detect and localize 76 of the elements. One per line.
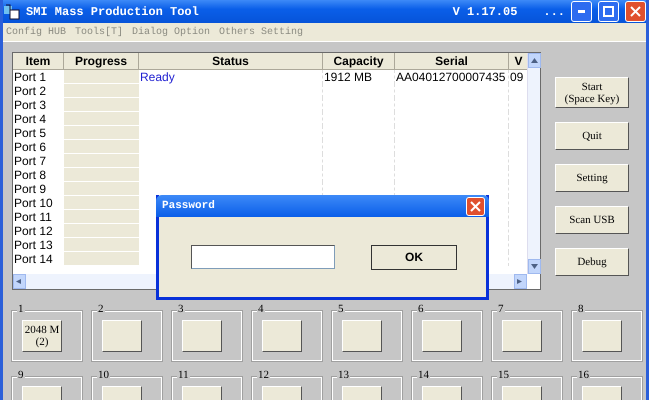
- column-header[interactable]: Serial: [395, 53, 509, 70]
- minimize-icon: [578, 10, 585, 13]
- port-number: 6: [417, 303, 424, 315]
- port-number: 8: [577, 303, 584, 315]
- scroll-left-button[interactable]: [13, 274, 26, 289]
- port-number: 16: [577, 369, 590, 381]
- port-number: 15: [497, 369, 510, 381]
- right-arrow-icon: [517, 279, 524, 284]
- close-icon: [630, 6, 641, 17]
- column-header[interactable]: Capacity: [323, 53, 395, 70]
- down-arrow-icon: [531, 264, 538, 269]
- port-number: 11: [177, 369, 190, 381]
- table-cell-text: Port 8: [13, 168, 48, 182]
- version-label: V 1.17.05: [452, 4, 518, 18]
- column-header[interactable]: V: [509, 53, 527, 70]
- up-arrow-icon: [531, 58, 538, 63]
- port-number: 1: [17, 303, 24, 315]
- port-number: 3: [177, 303, 184, 315]
- left-arrow-icon: [16, 279, 23, 284]
- maximize-icon: [603, 6, 614, 17]
- port-button[interactable]: [102, 320, 142, 352]
- table-cell-text: Port 1: [13, 70, 48, 84]
- vertical-scrollbar[interactable]: [527, 53, 540, 274]
- ok-button[interactable]: OK: [371, 244, 457, 270]
- close-icon: [470, 200, 481, 212]
- table-cell-text: Port 7: [13, 154, 48, 168]
- table-cell-text: Port 2: [13, 84, 48, 98]
- column-header[interactable]: Progress: [64, 53, 139, 70]
- table-cell-text: Port 11: [13, 210, 53, 224]
- password-field[interactable]: [191, 245, 335, 269]
- port-number: 9: [17, 369, 24, 381]
- table-cell-text: Port 3: [13, 98, 48, 112]
- port-number: 2: [97, 303, 104, 315]
- port-number: 4: [257, 303, 264, 315]
- port-button[interactable]: [342, 320, 382, 352]
- port-number: 5: [337, 303, 344, 315]
- dialog-title: Password: [162, 200, 215, 212]
- side-button[interactable]: Scan USB: [555, 206, 629, 234]
- side-button[interactable]: Start (Space Key): [555, 77, 629, 108]
- table-cell-text: Port 4: [13, 112, 48, 126]
- maximize-button[interactable]: [598, 1, 619, 22]
- table-cell: AA04012700007435: [395, 70, 509, 84]
- port-button[interactable]: [182, 320, 222, 352]
- port-number: 14: [417, 369, 430, 381]
- title-extra: ...: [543, 4, 565, 18]
- scroll-down-button[interactable]: [528, 259, 541, 274]
- side-button[interactable]: Setting: [555, 164, 629, 192]
- table-cell: 1912 MB: [323, 70, 395, 84]
- side-button[interactable]: Quit: [555, 122, 629, 150]
- port-number: 7: [497, 303, 504, 315]
- port-button[interactable]: [422, 320, 462, 352]
- table-cell-text: Port 10: [13, 196, 54, 210]
- port-number: 13: [337, 369, 350, 381]
- column-header[interactable]: Status: [139, 53, 323, 70]
- port-number: 12: [257, 369, 270, 381]
- port-button[interactable]: [502, 320, 542, 352]
- port-number: 10: [97, 369, 110, 381]
- scroll-right-button[interactable]: [514, 274, 527, 289]
- table-cell-text: Port 13: [13, 238, 54, 252]
- app-logo-icon: [3, 3, 20, 20]
- table-cell-text: Port 9: [13, 182, 48, 196]
- port-button[interactable]: [262, 320, 302, 352]
- side-button[interactable]: Debug: [555, 248, 629, 276]
- window-title: SMI Mass Production Tool: [26, 4, 199, 18]
- table-cell: Ready: [139, 70, 323, 84]
- port-button[interactable]: [582, 320, 622, 352]
- table-cell-text: Port 6: [13, 140, 48, 154]
- table-cell-text: Port 14: [13, 252, 54, 266]
- port-button[interactable]: 2048 M (2): [22, 320, 62, 352]
- dialog-close-button[interactable]: [466, 196, 485, 216]
- table-cell-text: Port 5: [13, 126, 48, 140]
- scroll-up-button[interactable]: [528, 53, 541, 68]
- minimize-button[interactable]: [571, 1, 592, 22]
- column-header[interactable]: Item: [13, 53, 64, 70]
- table-cell-text: Port 12: [13, 224, 54, 238]
- close-button[interactable]: [625, 1, 646, 22]
